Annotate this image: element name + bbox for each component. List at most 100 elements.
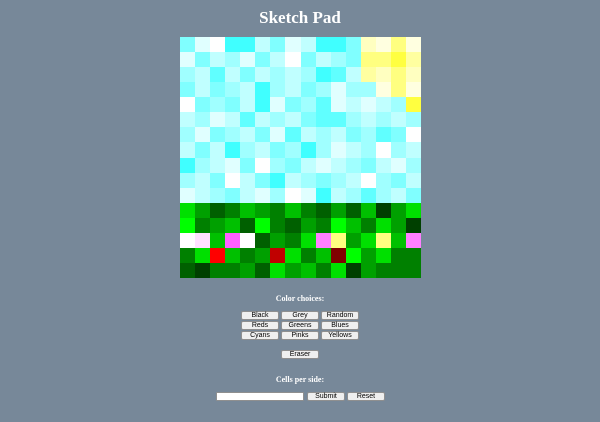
grid-cell[interactable] — [225, 262, 241, 278]
grid-cell[interactable] — [240, 67, 256, 83]
grid-cell[interactable] — [210, 52, 226, 68]
grid-cell[interactable] — [300, 247, 316, 263]
grid-cell[interactable] — [405, 172, 421, 188]
grid-cell[interactable] — [405, 37, 421, 53]
reset-button[interactable]: Reset — [347, 392, 385, 401]
grid-cell[interactable] — [270, 157, 286, 173]
grid-cell[interactable] — [390, 247, 406, 263]
grid-cell[interactable] — [255, 67, 271, 83]
grid-cell[interactable] — [285, 232, 301, 248]
grid-cell[interactable] — [270, 97, 286, 113]
grid-cell[interactable] — [315, 172, 331, 188]
grid-cell[interactable] — [360, 217, 376, 233]
grid-cell[interactable] — [300, 262, 316, 278]
grid-cell[interactable] — [300, 112, 316, 128]
grid-cell[interactable] — [255, 82, 271, 98]
grid-cell[interactable] — [405, 232, 421, 248]
grid-cell[interactable] — [390, 172, 406, 188]
grid-cell[interactable] — [285, 67, 301, 83]
grid-cell[interactable] — [240, 97, 256, 113]
grid-cell[interactable] — [375, 142, 391, 158]
grid-cell[interactable] — [180, 142, 196, 158]
grid-cell[interactable] — [180, 112, 196, 128]
grid-cell[interactable] — [180, 217, 196, 233]
grid-cell[interactable] — [240, 172, 256, 188]
grid-cell[interactable] — [330, 262, 346, 278]
grid-cell[interactable] — [375, 157, 391, 173]
grid-cell[interactable] — [285, 97, 301, 113]
submit-button[interactable]: Submit — [307, 392, 345, 401]
grid-cell[interactable] — [240, 247, 256, 263]
grid-cell[interactable] — [180, 262, 196, 278]
grid-cell[interactable] — [270, 247, 286, 263]
grid-cell[interactable] — [225, 67, 241, 83]
grid-cell[interactable] — [330, 97, 346, 113]
yellows-button[interactable]: Yellows — [321, 331, 359, 340]
grid-cell[interactable] — [270, 37, 286, 53]
grid-cell[interactable] — [375, 187, 391, 203]
grid-cell[interactable] — [270, 262, 286, 278]
grid-cell[interactable] — [225, 157, 241, 173]
grid-cell[interactable] — [375, 37, 391, 53]
grid-cell[interactable] — [210, 172, 226, 188]
grid-cell[interactable] — [270, 82, 286, 98]
grid-cell[interactable] — [360, 67, 376, 83]
grid-cell[interactable] — [375, 202, 391, 218]
grid-cell[interactable] — [225, 97, 241, 113]
grid-cell[interactable] — [315, 67, 331, 83]
grid-cell[interactable] — [225, 112, 241, 128]
grid-cell[interactable] — [330, 232, 346, 248]
grid-cell[interactable] — [180, 82, 196, 98]
grid-cell[interactable] — [210, 262, 226, 278]
grid-cell[interactable] — [225, 217, 241, 233]
grid-cell[interactable] — [180, 97, 196, 113]
cyans-button[interactable]: Cyans — [241, 331, 279, 340]
grid-cell[interactable] — [255, 217, 271, 233]
grid-cell[interactable] — [390, 157, 406, 173]
grid-cell[interactable] — [240, 187, 256, 203]
grid-cell[interactable] — [300, 52, 316, 68]
grid-cell[interactable] — [405, 67, 421, 83]
grid-cell[interactable] — [405, 52, 421, 68]
grid-cell[interactable] — [315, 127, 331, 143]
grid-cell[interactable] — [345, 217, 361, 233]
grid-cell[interactable] — [375, 52, 391, 68]
grid-cell[interactable] — [270, 142, 286, 158]
grid-cell[interactable] — [330, 82, 346, 98]
grid-cell[interactable] — [180, 52, 196, 68]
grid-cell[interactable] — [225, 172, 241, 188]
grid-cell[interactable] — [405, 82, 421, 98]
grid-cell[interactable] — [195, 142, 211, 158]
grid-cell[interactable] — [240, 202, 256, 218]
grid-cell[interactable] — [180, 157, 196, 173]
grid-cell[interactable] — [285, 157, 301, 173]
grid-cell[interactable] — [375, 127, 391, 143]
grid-cell[interactable] — [255, 202, 271, 218]
grid-cell[interactable] — [315, 217, 331, 233]
grid-cell[interactable] — [195, 112, 211, 128]
grid-cell[interactable] — [375, 82, 391, 98]
grid-cell[interactable] — [210, 157, 226, 173]
grid-cell[interactable] — [285, 37, 301, 53]
grid-cell[interactable] — [210, 187, 226, 203]
grid-cell[interactable] — [225, 187, 241, 203]
grid-cell[interactable] — [360, 232, 376, 248]
grid-cell[interactable] — [360, 247, 376, 263]
grid-cell[interactable] — [255, 127, 271, 143]
grid-cell[interactable] — [195, 232, 211, 248]
grid-cell[interactable] — [345, 67, 361, 83]
grid-cell[interactable] — [330, 127, 346, 143]
grid-cell[interactable] — [195, 52, 211, 68]
grid-cell[interactable] — [195, 157, 211, 173]
grid-cell[interactable] — [390, 142, 406, 158]
grid-cell[interactable] — [330, 112, 346, 128]
grid-cell[interactable] — [360, 97, 376, 113]
grid-cell[interactable] — [390, 52, 406, 68]
grid-cell[interactable] — [270, 67, 286, 83]
grid-cell[interactable] — [390, 82, 406, 98]
grid-cell[interactable] — [360, 52, 376, 68]
grid-cell[interactable] — [255, 247, 271, 263]
grid-cell[interactable] — [330, 142, 346, 158]
grid-cell[interactable] — [315, 82, 331, 98]
random-button[interactable]: Random — [321, 311, 359, 320]
